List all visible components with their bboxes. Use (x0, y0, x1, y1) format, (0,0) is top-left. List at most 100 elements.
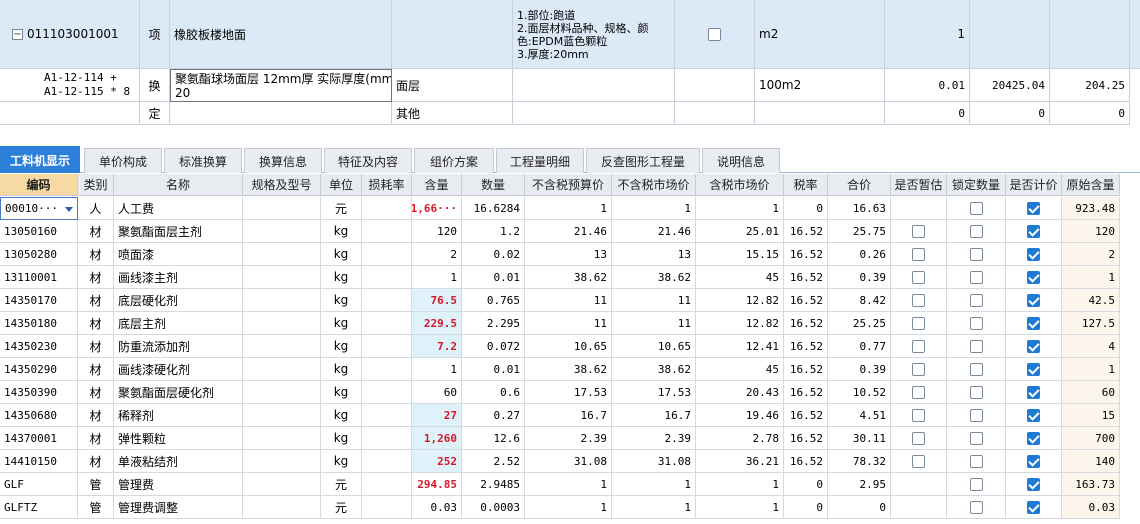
taxed-market-price-cell[interactable]: 45 (696, 358, 784, 381)
is-priced-checkbox[interactable] (1027, 362, 1040, 376)
unit-cell[interactable]: kg (321, 266, 362, 289)
original-content-cell[interactable]: 42.5 (1062, 289, 1120, 312)
provisional-cell[interactable] (891, 243, 947, 266)
unit-cell[interactable]: kg (321, 289, 362, 312)
category-cell[interactable]: 材 (78, 220, 114, 243)
category-cell[interactable]: 人 (78, 197, 114, 220)
is-priced-cell[interactable] (1006, 496, 1062, 519)
name-cell[interactable]: 稀释剂 (114, 404, 243, 427)
code-cell[interactable]: GLF (0, 473, 78, 496)
provisional-header[interactable]: 是否暂估 (891, 174, 947, 196)
category-cell[interactable]: 材 (78, 312, 114, 335)
quantity-cell[interactable]: 0.765 (462, 289, 525, 312)
quantity-cell[interactable]: 2.295 (462, 312, 525, 335)
is-priced-checkbox[interactable] (1027, 431, 1040, 445)
spec-cell[interactable] (243, 358, 321, 381)
taxed-market-price-cell[interactable]: 1 (696, 496, 784, 519)
original-content-cell[interactable]: 0.03 (1062, 496, 1120, 519)
pretax-market-price-cell[interactable]: 1 (612, 197, 696, 220)
content-cell[interactable]: 229.5 (412, 312, 462, 335)
name-cell[interactable]: 画线漆主剂 (114, 266, 243, 289)
lock-quantity-cell[interactable] (947, 243, 1006, 266)
unit-cell[interactable]: kg (321, 220, 362, 243)
pretax-budget-price-cell[interactable]: 21.46 (525, 220, 612, 243)
lock-quantity-cell[interactable] (947, 266, 1006, 289)
tax-rate-cell[interactable]: 16.52 (784, 220, 828, 243)
dropdown-arrow-icon[interactable] (65, 207, 73, 212)
total-price-cell[interactable]: 2.95 (828, 473, 891, 496)
provisional-cell[interactable] (891, 427, 947, 450)
is-priced-checkbox[interactable] (1027, 201, 1040, 215)
lock-quantity-cell[interactable] (947, 312, 1006, 335)
quantity-cell[interactable]: 0.6 (462, 381, 525, 404)
is-priced-checkbox[interactable] (1027, 454, 1040, 468)
total-price-cell[interactable]: 0.77 (828, 335, 891, 358)
original-content-cell[interactable]: 15 (1062, 404, 1120, 427)
name-cell[interactable]: 画线漆硬化剂 (114, 358, 243, 381)
spec-cell[interactable] (243, 427, 321, 450)
is-priced-cell[interactable] (1006, 266, 1062, 289)
lock-quantity-checkbox[interactable] (969, 316, 983, 330)
tab-features[interactable]: 特征及内容 (324, 148, 412, 173)
pretax-market-price-cell[interactable]: 31.08 (612, 450, 696, 473)
is-priced-checkbox[interactable] (1027, 500, 1040, 514)
is-priced-checkbox[interactable] (1027, 477, 1040, 491)
name-cell[interactable]: 聚氨酯面层主剂 (114, 220, 243, 243)
provisional-checkbox[interactable] (912, 247, 925, 261)
code-cell[interactable]: 14350170 (0, 289, 78, 312)
provisional-checkbox[interactable] (912, 385, 925, 399)
spec-cell[interactable] (243, 243, 321, 266)
original-content-cell[interactable]: 923.48 (1062, 197, 1120, 220)
pretax-market-price-cell[interactable]: 1 (612, 496, 696, 519)
total-price-cell[interactable]: 4.51 (828, 404, 891, 427)
taxed-market-price-cell[interactable]: 45 (696, 266, 784, 289)
content-cell[interactable]: 60 (412, 381, 462, 404)
code-cell[interactable]: 14410150 (0, 450, 78, 473)
lock-quantity-cell[interactable] (947, 427, 1006, 450)
item-features[interactable]: 1.部位:跑道 2.面层材料品种、规格、颜 色:EPDM蓝色颗粒 3.厚度:20… (513, 0, 675, 69)
loss-rate-cell[interactable] (362, 289, 412, 312)
code-cell[interactable]: GLFTZ (0, 496, 78, 519)
is-priced-checkbox[interactable] (1027, 293, 1040, 307)
pretax-budget-price-cell[interactable]: 1 (525, 473, 612, 496)
taxed-market-price-cell[interactable]: 1 (696, 197, 784, 220)
tab-unit-price[interactable]: 单价构成 (84, 148, 162, 173)
is-priced-cell[interactable] (1006, 404, 1062, 427)
loss-rate-header[interactable]: 损耗率 (362, 174, 412, 196)
content-cell[interactable]: 2 (412, 243, 462, 266)
loss-rate-cell[interactable] (362, 473, 412, 496)
code-cell[interactable]: 14350290 (0, 358, 78, 381)
original-content-cell[interactable]: 127.5 (1062, 312, 1120, 335)
spec-header[interactable]: 规格及型号 (243, 174, 321, 196)
pretax-market-price-cell[interactable]: 38.62 (612, 266, 696, 289)
tax-rate-cell[interactable]: 16.52 (784, 289, 828, 312)
code-cell[interactable]: 14350680 (0, 404, 78, 427)
provisional-cell[interactable] (891, 335, 947, 358)
spec-cell[interactable] (243, 289, 321, 312)
quantity-cell[interactable]: 1.2 (462, 220, 525, 243)
pretax-market-price-cell[interactable]: 38.62 (612, 358, 696, 381)
is-priced-header[interactable]: 是否计价 (1006, 174, 1062, 196)
name-cell[interactable]: 单液粘结剂 (114, 450, 243, 473)
code-cell[interactable]: 00010··· (0, 197, 78, 220)
pretax-market-price-cell[interactable]: 1 (612, 473, 696, 496)
original-content-cell[interactable]: 2 (1062, 243, 1120, 266)
taxed-market-price-cell[interactable]: 1 (696, 473, 784, 496)
unit-cell[interactable]: kg (321, 312, 362, 335)
provisional-cell[interactable] (891, 404, 947, 427)
code-header[interactable]: 编码 (0, 174, 78, 196)
content-cell[interactable]: 76.5 (412, 289, 462, 312)
lock-quantity-checkbox[interactable] (969, 362, 983, 376)
is-priced-cell[interactable] (1006, 243, 1062, 266)
collapse-icon[interactable]: − (12, 28, 23, 40)
tab-pricing-scheme[interactable]: 组价方案 (414, 148, 494, 173)
quantity-cell[interactable]: 0.27 (462, 404, 525, 427)
content-cell[interactable]: 1 (412, 358, 462, 381)
total-price-cell[interactable]: 0 (828, 496, 891, 519)
pretax-market-price-cell[interactable]: 17.53 (612, 381, 696, 404)
pretax-budget-price-cell[interactable]: 17.53 (525, 381, 612, 404)
pretax-budget-price-cell[interactable]: 2.39 (525, 427, 612, 450)
quantity-cell[interactable]: 0.0003 (462, 496, 525, 519)
lock-quantity-checkbox[interactable] (969, 408, 983, 422)
provisional-cell[interactable] (891, 358, 947, 381)
